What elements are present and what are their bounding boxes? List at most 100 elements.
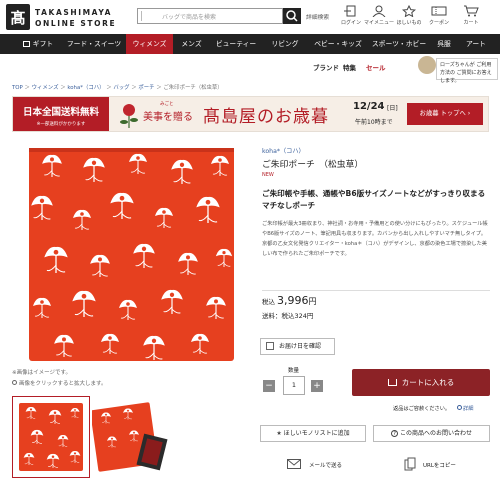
login-label: ログイン [340,20,361,26]
coupon-icon [431,6,447,16]
send-by-mail-link[interactable]: メールで送る [309,461,342,469]
calendar-icon [266,342,274,350]
search-input[interactable]: バッグで商品を検索 [137,8,283,24]
login-button[interactable]: ログイン [336,5,366,31]
nav-item-beauty[interactable]: ビューティー [210,34,262,54]
copy-url-link[interactable]: URLをコピー [423,461,456,469]
price-prefix: 税込 [262,298,275,306]
add-to-wishlist-button[interactable]: ★ ほしいモノリストに追加 [260,425,366,442]
breadcrumb-top[interactable]: TOP [12,85,23,91]
nav-item-living[interactable]: リビング [262,34,308,54]
breadcrumb: TOP ＞ ウィメンズ ＞ koha*（コハ） ＞ バッグ ＞ ポーチ ＞ ご朱… [12,85,223,91]
mypage-icon [372,5,386,17]
price-unit: 円 [308,297,317,306]
nav-item-gift[interactable]: ギフト [14,34,62,54]
new-badge: NEW [262,172,274,178]
nav-item-baby-kids[interactable]: ベビー・キッズ [308,34,368,54]
banner-small: みごと [160,102,174,107]
thumbnail-pouch-open [90,402,168,472]
breadcrumb-pouch[interactable]: ポーチ [138,85,154,91]
cart-header-button[interactable]: カート [456,5,486,31]
category-nav: ギフト フード・スイーツ ウィメンズ メンズ ビューティー リビング ベビー・キ… [0,34,500,54]
free-shipping-box: 日本全国送料無料 ※一部送料がかかります [13,97,109,131]
nav-item-mens[interactable]: メンズ [173,34,210,54]
product-brand-link[interactable]: koha*（コハ） [262,146,305,155]
rose-help-box[interactable]: ローズちゃんが ご利用方法の ご質問にお答えします。 [436,58,498,84]
breadcrumb-brand[interactable]: koha*（コハ） [67,85,104,91]
add-to-cart-button[interactable]: カートに入れる [352,369,490,396]
nav-item-art[interactable]: アート [458,34,494,54]
search-icon [286,10,298,22]
thumbnail-2[interactable] [90,396,170,478]
image-note: ※画像はイメージです。 [12,370,71,376]
product-inquiry-label: この商品へのお問い合わせ [399,430,472,437]
search-button[interactable] [283,8,301,24]
link-icon[interactable] [404,457,416,471]
thumbnail-1[interactable] [12,396,90,478]
search-box-icon [141,11,151,21]
info-icon [457,405,462,410]
minus-icon: − [265,381,273,391]
quantity-increment-button[interactable]: + [311,380,323,392]
oseibo-top-button[interactable]: お歳暮 トップへ › [407,103,483,125]
wishlist-label: ほしいもの [396,20,422,26]
product-main-image[interactable] [12,148,255,363]
question-icon: ? [391,430,399,437]
nav-item-womens[interactable]: ウィメンズ [126,34,173,54]
shipping-fee: 送料：税込324円 [262,312,314,320]
chevron-right-icon: › [467,110,471,117]
banner-weekday: [日] [387,105,398,112]
divider [262,290,490,291]
zoom-hint: 画像をクリックすると拡大します。 [12,379,106,387]
banner-title: 髙島屋のお歳暮 [203,107,329,127]
product-description: ご朱印帳が最大3冊収まり、神社詞・お寺用・予備用との使い分けにもぴったり。スケジ… [262,221,488,257]
takashimaya-logo-mark[interactable]: 髙 [6,4,30,30]
rose-illustration-icon [120,104,138,128]
thumbnail-pouch-front [19,403,83,471]
product-title: ご朱印ポーチ （松虫草） [262,160,364,170]
nav-item-sports[interactable]: スポーツ・ホビー [368,34,430,54]
coupon-label: クーポン [428,20,449,26]
product-headline: ご朱印帳や手帳、通帳やB6版サイズノートなどがすっきり収まるマチなしポーチ [262,189,486,210]
feature-link[interactable]: 特集 [343,62,356,72]
add-to-cart-label: カートに入れる [401,378,455,387]
nav-item-kimono[interactable]: 呉服 [430,34,458,54]
check-delivery-button[interactable]: お届け日を確認 [260,338,335,355]
logo-text-line1[interactable]: TAKASHIMAYA [35,8,112,17]
price-block: 税込 3,996円 [262,294,317,307]
mymenu-button[interactable]: マイメニュー [364,5,394,31]
price-value: 3,996 [277,294,309,307]
breadcrumb-womens[interactable]: ウィメンズ [32,85,59,91]
envelope-flap-icon [287,459,301,466]
oseibo-banner[interactable]: 日本全国送料無料 ※一部送料がかかります みごと 美事を贈る 髙島屋のお歳暮 1… [12,96,489,132]
quantity-input[interactable]: 1 [283,376,305,395]
quantity-decrement-button[interactable]: − [263,380,275,392]
check-delivery-label: お届け日を確認 [279,343,322,350]
plus-icon: + [313,381,321,391]
banner-time: 午前10時まで [355,119,393,126]
free-shipping-title: 日本全国送料無料 [22,107,99,118]
favorite-icon [402,5,416,17]
returns-note: 返品はご容赦ください。 [393,406,451,412]
brand-link[interactable]: ブランド [313,62,339,72]
free-shipping-note: ※一部送料がかかります [36,122,86,127]
logo-text-line2[interactable]: ONLINE STORE [35,19,116,28]
banner-copy: 美事を贈る [143,112,193,123]
zoom-hint-text: 画像をクリックすると拡大します。 [19,381,107,387]
nav-item-food[interactable]: フード・スイーツ [62,34,126,54]
mail-icon[interactable] [287,459,301,469]
nav-item-label: ギフト [32,40,54,48]
returns-detail-link[interactable]: 詳細 [457,405,473,412]
breadcrumb-bag[interactable]: バッグ [113,85,129,91]
cart-icon [464,5,479,17]
cart-label: カート [463,20,479,26]
wishlist-button[interactable]: ほしいもの [394,5,424,31]
product-inquiry-button[interactable]: ? この商品へのお問い合わせ [373,425,490,442]
mymenu-label: マイメニュー [364,20,395,26]
add-to-wishlist-label: ほしいモノリストに追加 [283,430,350,437]
rose-mascot-avatar[interactable] [418,56,436,74]
coupon-button[interactable]: クーポン [424,5,454,31]
advanced-search-link[interactable]: 詳細検索 [306,12,329,21]
sale-link[interactable]: セール [366,62,386,72]
breadcrumb-current: ご朱印ポーチ（松虫草） [163,85,223,91]
